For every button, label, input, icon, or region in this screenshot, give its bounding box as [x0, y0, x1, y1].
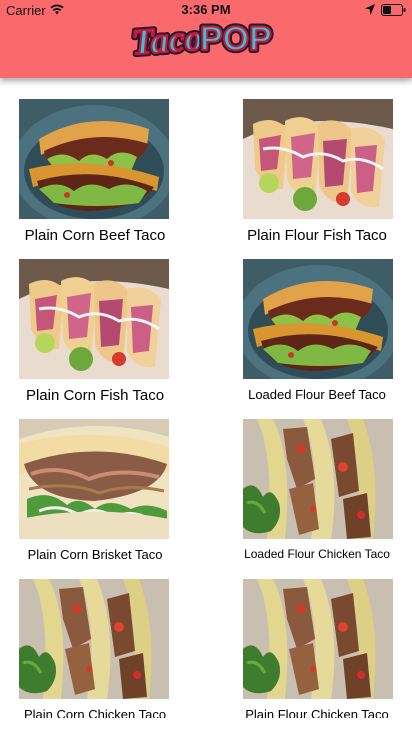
- taco-card[interactable]: Plain Corn Beef Taco: [0, 99, 190, 249]
- taco-card[interactable]: Plain Flour Chicken Taco: [222, 579, 412, 718]
- taco-card[interactable]: Plain Corn Chicken Taco: [0, 579, 190, 718]
- taco-name: Loaded Flour Beef Taco: [248, 387, 386, 402]
- taco-name: Plain Corn Beef Taco: [24, 227, 166, 244]
- taco-card[interactable]: Plain Flour Fish Taco: [222, 99, 412, 249]
- fish-taco-photo[interactable]: [19, 259, 169, 379]
- fish-taco-photo[interactable]: [243, 99, 393, 219]
- taco-card[interactable]: Loaded Flour Chicken Taco: [222, 419, 412, 569]
- brisket-taco-photo[interactable]: [19, 419, 169, 539]
- chicken-taco-photo[interactable]: [243, 419, 393, 539]
- taco-name: Plain Flour Chicken Taco: [245, 707, 389, 718]
- taco-name: Plain Corn Fish Taco: [25, 387, 165, 404]
- location-arrow-icon: [365, 4, 375, 15]
- taco-name: Plain Corn Brisket Taco: [27, 547, 163, 562]
- taco-name: Loaded Flour Chicken Taco: [244, 547, 390, 561]
- taco-card[interactable]: Plain Corn Fish Taco: [0, 259, 190, 409]
- svg-text:POP: POP: [200, 20, 272, 58]
- taco-menu-grid: Plain Corn Beef Taco Plain Flour Fish Ta…: [0, 78, 412, 718]
- beef-taco-photo[interactable]: [19, 99, 169, 219]
- svg-text:Taco: Taco: [131, 17, 204, 62]
- taco-name: Plain Flour Fish Taco: [247, 227, 387, 244]
- chicken-taco-photo[interactable]: [19, 579, 169, 699]
- beef-taco-photo[interactable]: [243, 259, 393, 379]
- battery-icon: [381, 4, 406, 16]
- taco-card[interactable]: Plain Corn Brisket Taco: [0, 419, 190, 569]
- taco-name: Plain Corn Chicken Taco: [23, 707, 167, 718]
- taco-card[interactable]: Loaded Flour Beef Taco: [222, 259, 412, 409]
- chicken-taco-photo[interactable]: [243, 579, 393, 699]
- taco-pop-logo: Taco Taco POP POP: [128, 14, 275, 64]
- app-header: Carrier 3:36 PM Taco Taco POP POP: [0, 0, 412, 78]
